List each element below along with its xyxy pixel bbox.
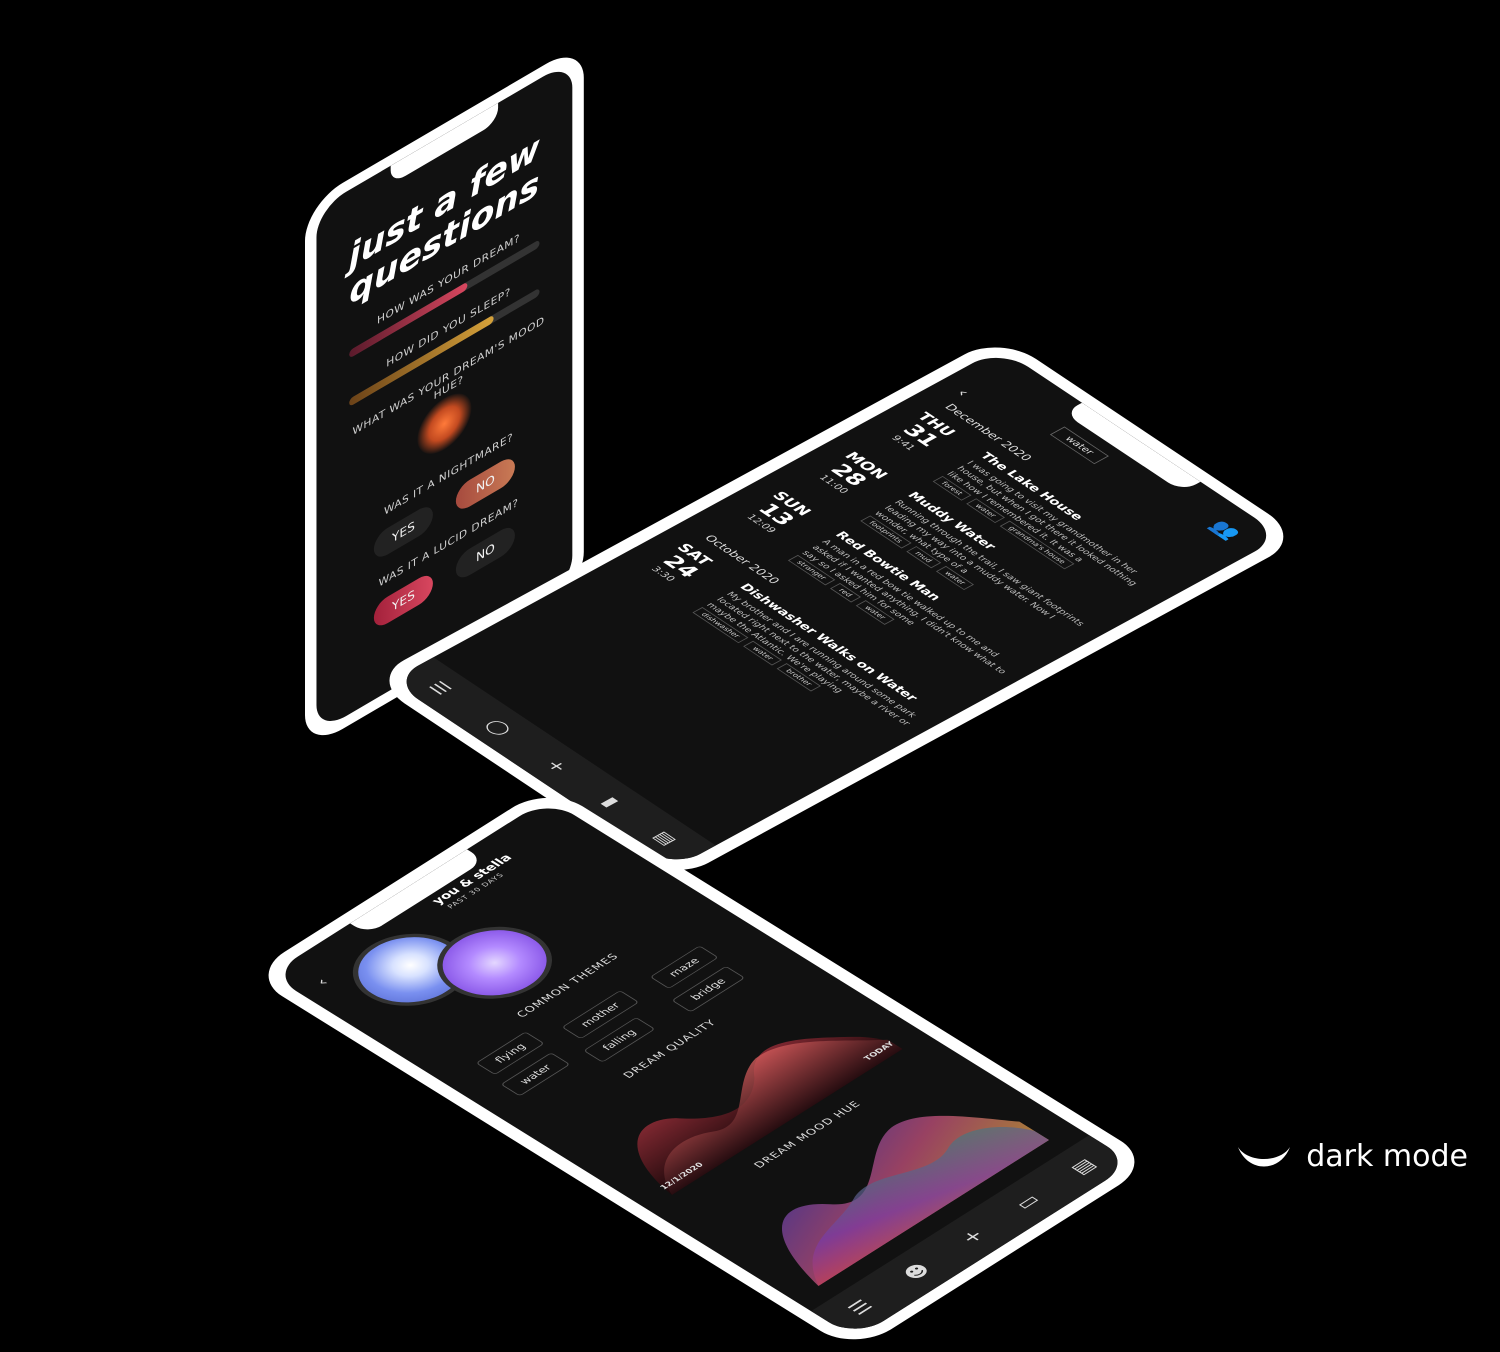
profile-icon[interactable]: ◯ <box>481 716 517 738</box>
menu-icon[interactable]: ☰ <box>844 1297 878 1318</box>
stats-icon[interactable]: ▤ <box>1066 1156 1101 1178</box>
brand-text: dark mode <box>1306 1139 1468 1174</box>
phone-notch <box>350 849 485 935</box>
smile-logo-icon <box>1238 1146 1291 1166</box>
brand-mark: dark mode <box>1236 1139 1468 1174</box>
journal-icon[interactable]: ▮ <box>597 794 624 810</box>
back-icon[interactable]: ‹ <box>952 386 974 399</box>
journal-icon[interactable]: ▭ <box>1010 1191 1045 1213</box>
add-icon[interactable]: + <box>956 1226 989 1247</box>
back-icon[interactable]: ‹ <box>312 975 333 988</box>
stats-icon[interactable]: ▤ <box>649 828 682 848</box>
phone-insights: ‹ you & stella PAST 30 DAYS COMMON THEME… <box>248 785 1155 1352</box>
menu-icon[interactable]: ☰ <box>424 678 456 697</box>
add-icon[interactable]: + <box>541 756 573 775</box>
profile-icon[interactable]: ☻ <box>899 1260 936 1283</box>
insights-screen: ‹ you & stella PAST 30 DAYS COMMON THEME… <box>269 798 1134 1339</box>
people-icon[interactable]: 👥 <box>1205 518 1246 543</box>
